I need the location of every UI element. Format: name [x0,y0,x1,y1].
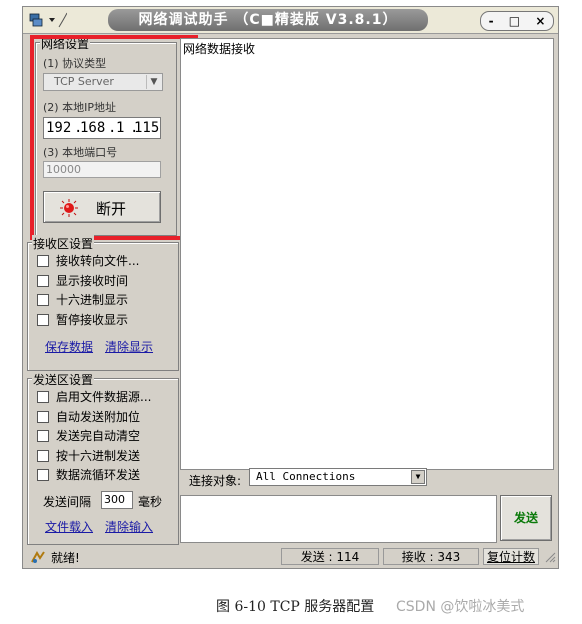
connect-label: 连接对象: [189,474,242,488]
figure-caption: 图 6-10 TCP 服务器配置 [216,599,375,615]
status-bar: 就绪! 发送 : 114 接收 : 343 复位计数 [23,547,558,568]
sent-counter: 发送 : 114 [281,548,379,565]
checkbox-icon[interactable] [37,274,49,287]
send-textarea[interactable] [180,495,497,543]
system-menu-icon[interactable] [27,11,68,29]
pause-recv-checkbox[interactable]: 暂停接收显示 [37,312,128,328]
receive-textarea[interactable] [180,38,554,470]
ready-text: 就绪! [51,551,80,565]
interval-unit: 毫秒 [138,495,163,509]
recv-settings-label: 接收区设置 [32,235,95,252]
watermark: CSDN @饮啦冰美式 [396,599,525,615]
auto-append-checkbox[interactable]: 自动发送附加位 [37,409,140,425]
ready-icon [31,550,45,564]
checkbox-icon[interactable] [37,449,49,462]
connect-target-value: All Connections [256,470,356,483]
load-file-link[interactable]: 文件载入 [45,518,93,535]
received-counter: 接收 : 343 [383,548,479,565]
reset-count-button[interactable]: 复位计数 [483,548,539,565]
minimize-button[interactable]: - [489,14,494,28]
interval-label: 发送间隔 [43,495,92,509]
checkbox-icon[interactable] [37,313,49,326]
close-button[interactable]: × [535,14,545,28]
chevron-down-icon[interactable]: ▼ [411,470,425,484]
hex-send-label: 按十六进制发送 [56,449,141,463]
send-settings-label: 发送区设置 [32,371,95,388]
hex-display-label: 十六进制显示 [56,293,129,307]
maximize-button[interactable]: □ [509,14,520,28]
checkbox-icon[interactable] [37,390,49,403]
save-data-link[interactable]: 保存数据 [45,338,93,355]
interval-input[interactable]: 300 [101,491,133,509]
auto-clear-checkbox[interactable]: 发送完自动清空 [37,428,140,444]
checkbox-icon[interactable] [37,429,49,442]
auto-clear-label: 发送完自动清空 [56,429,141,443]
show-recv-time-checkbox[interactable]: 显示接收时间 [37,273,128,289]
window-title: 网络调试助手 （C■精装版 V3.8.1） [108,9,428,31]
send-button[interactable]: 发送 [500,495,552,541]
window-controls: - □ × [480,11,554,31]
loop-send-checkbox[interactable]: 数据流循环发送 [37,467,140,483]
highlight-box [30,35,198,240]
resize-grip-icon[interactable] [544,551,556,563]
recv-to-file-checkbox[interactable]: 接收转向文件... [37,253,139,269]
loop-send-label: 数据流循环发送 [56,468,141,482]
checkbox-icon[interactable] [37,293,49,306]
receive-panel-title: 网络数据接收 [183,42,256,56]
file-source-checkbox[interactable]: 启用文件数据源... [37,389,151,405]
clear-input-link[interactable]: 清除输入 [105,518,153,535]
app-window: 网络调试助手 （C■精装版 V3.8.1） - □ × 网络设置 (1) 协议类… [22,6,559,569]
checkbox-icon[interactable] [37,410,49,423]
hex-display-checkbox[interactable]: 十六进制显示 [37,292,128,308]
checkbox-icon[interactable] [37,468,49,481]
pause-recv-label: 暂停接收显示 [56,313,129,327]
show-recv-time-label: 显示接收时间 [56,274,129,288]
checkbox-icon[interactable] [37,254,49,267]
connect-target-select[interactable]: All Connections ▼ [249,468,427,486]
recv-to-file-label: 接收转向文件... [56,254,140,268]
clear-display-link[interactable]: 清除显示 [105,338,153,355]
title-bar: 网络调试助手 （C■精装版 V3.8.1） - □ × [23,7,558,34]
auto-append-label: 自动发送附加位 [56,410,141,424]
hex-send-checkbox[interactable]: 按十六进制发送 [37,448,140,464]
file-source-label: 启用文件数据源... [56,390,152,404]
